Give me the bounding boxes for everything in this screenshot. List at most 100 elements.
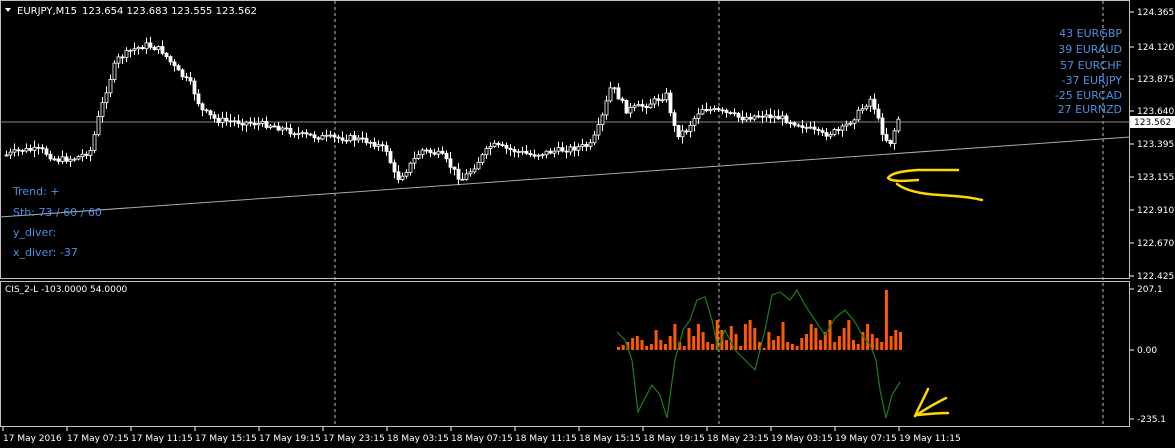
candle-body [180, 69, 185, 78]
candle-body [64, 156, 69, 162]
candle-body [216, 117, 221, 123]
indicator-panel[interactable] [0, 281, 1130, 427]
candle-body [668, 92, 673, 114]
candle-body [304, 132, 309, 135]
candle-body [448, 158, 453, 168]
price-tick: 123.395 [1137, 140, 1174, 150]
candle-body [556, 147, 561, 152]
histogram-bar [640, 340, 644, 350]
strength-item: 27 EURNZD [1058, 103, 1122, 116]
histogram-bar [631, 338, 635, 350]
candle-body [780, 115, 785, 120]
candle-body [288, 127, 293, 135]
candle-body [612, 87, 617, 90]
candle-body [112, 62, 117, 80]
time-axis[interactable]: 17 May 2016 17 May 07:15 17 May 11:15 17 Ma… [2, 427, 961, 444]
indicator-tick: 0.00 [1137, 346, 1157, 356]
candle-body [444, 152, 449, 160]
candle-body [88, 150, 93, 156]
candle-body [676, 125, 681, 138]
histogram-bar [767, 332, 771, 350]
time-tick: 18 May 23:15 [707, 434, 769, 444]
candle-body [364, 137, 369, 144]
histogram-bar [772, 340, 776, 350]
candle-body [828, 133, 833, 137]
candle-body [96, 116, 101, 136]
histogram-bar [734, 334, 738, 350]
candle-body [620, 98, 625, 101]
symbol-header: EURJPY,M15 123.654 123.683 123.555 123.5… [5, 6, 257, 17]
candle-body [400, 175, 405, 180]
candle-body [480, 154, 485, 163]
candle-body [876, 108, 881, 119]
trading-chart[interactable]: EURJPY,M15 123.654 123.683 123.555 123.5… [0, 0, 1175, 448]
candle-body [592, 134, 597, 144]
indicator-axis[interactable]: 207.1 0.00 -235.1 [1130, 285, 1166, 425]
candle-body [776, 115, 781, 120]
candle-body [632, 105, 637, 108]
candle-body [416, 154, 421, 159]
histogram-bar [673, 324, 677, 350]
price-tick: 124.120 [1137, 43, 1174, 53]
candle-body [800, 125, 805, 128]
histogram-bar [706, 342, 710, 350]
candle-body [84, 153, 89, 156]
strength-item: -25 EURCAD [1055, 89, 1122, 102]
price-tick: 124.365 [1137, 8, 1174, 18]
candle-body [184, 76, 189, 79]
candle-body [832, 129, 837, 135]
candle-body [316, 137, 321, 140]
histogram-bar [645, 346, 649, 350]
time-tick: 18 May 03:15 [387, 434, 449, 444]
candle-body [724, 109, 729, 113]
candle-body [528, 153, 533, 156]
candle-body [784, 115, 789, 124]
candle-body [80, 153, 85, 158]
candle-body [616, 87, 621, 100]
candle-body [600, 114, 605, 125]
candle-body [884, 134, 889, 141]
time-tick: 18 May 15:15 [579, 434, 641, 444]
candle-body [860, 108, 865, 111]
candle-body [100, 102, 105, 117]
price-axis[interactable]: 124.365 124.120 123.875 123.640 123.395 123.1… [1130, 8, 1174, 282]
sth-text: Sth: 73 / 60 / 60 [13, 206, 102, 219]
histogram-bar [743, 324, 747, 350]
candle-body [4, 154, 9, 157]
candle-body [756, 115, 761, 118]
candle-body [420, 149, 425, 156]
candle-body [144, 42, 149, 50]
candle-body [168, 56, 173, 63]
candle-body [708, 109, 713, 112]
candle-body [568, 146, 573, 153]
candle-body [24, 148, 29, 152]
candle-body [728, 112, 733, 114]
candle-body [152, 46, 157, 51]
indicator-label: CIS_2-L -103.0000 54.0000 [5, 285, 128, 295]
histogram-bar [762, 348, 766, 350]
candle-body [28, 148, 33, 151]
candle-body [392, 162, 397, 173]
candle-body [720, 109, 725, 112]
candle-body [352, 135, 357, 141]
time-tick: 17 May 23:15 [323, 434, 385, 444]
histogram-bar [866, 324, 870, 350]
candle-body [252, 122, 257, 126]
main-chart-panel[interactable] [0, 0, 1130, 279]
time-tick: 17 May 19:15 [259, 434, 321, 444]
candle-body [452, 166, 457, 170]
candle-body [512, 149, 517, 153]
candle-body [280, 127, 285, 131]
strength-item: 43 EURGBP [1059, 27, 1122, 40]
histogram-bar [729, 326, 733, 350]
candle-body [688, 124, 693, 132]
candle-body [588, 142, 593, 147]
candle-body [472, 168, 477, 173]
candle-body [240, 123, 245, 126]
candle-body [92, 134, 97, 151]
candle-body [424, 149, 429, 152]
candle-body [648, 103, 653, 109]
candle-body [788, 122, 793, 125]
candle-body [328, 134, 333, 137]
candle-body [772, 115, 777, 119]
